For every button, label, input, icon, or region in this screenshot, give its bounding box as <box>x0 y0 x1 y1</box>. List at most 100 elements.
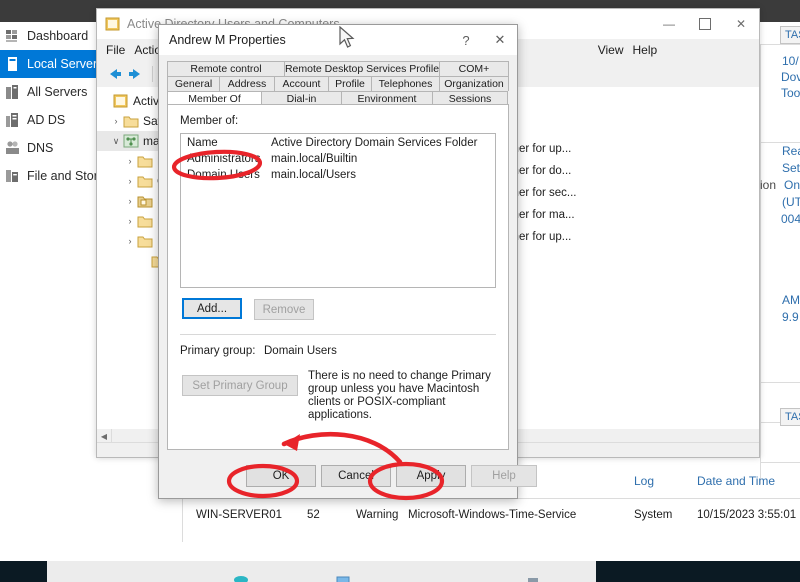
scroll-left-arrow-icon[interactable]: ◀ <box>97 429 112 443</box>
close-icon[interactable]: ✕ <box>723 9 759 39</box>
ad-ds-icon <box>4 111 22 129</box>
taskbar-icon-generic[interactable] <box>520 561 546 582</box>
event-cell-id: 52 <box>307 509 320 521</box>
toolbar-separator <box>152 66 153 82</box>
maximize-icon[interactable] <box>687 9 723 39</box>
close-icon[interactable]: ✕ <box>483 25 517 55</box>
event-cell-source: Microsoft-Windows-Time-Service <box>408 509 576 521</box>
dialog-titlebar[interactable]: Andrew M Properties ? ✕ <box>159 25 517 55</box>
help-icon[interactable]: ? <box>449 25 483 55</box>
panel-text-fragment: On <box>784 178 800 192</box>
event-cell-server: WIN-SERVER01 <box>196 509 282 521</box>
twisty[interactable]: ∨ <box>109 136 123 147</box>
sidebar-item-file-and-storage[interactable]: File and Storage <box>0 162 100 190</box>
twisty[interactable]: › <box>109 116 123 126</box>
folder-icon <box>123 113 139 129</box>
panel-text-fragment: (UT <box>782 195 800 209</box>
apply-button[interactable]: Apply <box>396 465 466 487</box>
twisty[interactable]: › <box>123 176 137 186</box>
sidebar-item-all-servers[interactable]: All Servers <box>0 78 100 106</box>
list-item[interactable]: Domain Users main.local/Users <box>181 167 495 183</box>
event-cell-severity: Warning <box>356 509 398 521</box>
mmc-console-icon <box>105 16 121 32</box>
member-of-caption: Member of: <box>180 115 238 127</box>
taskbar-start-area[interactable] <box>0 561 47 582</box>
domain-icon <box>123 133 139 149</box>
twisty[interactable]: › <box>123 156 137 166</box>
panel-divider <box>760 44 800 45</box>
back-arrow-icon[interactable] <box>103 65 125 83</box>
tasks-button[interactable]: TAS <box>780 408 800 426</box>
member-of-tab-page: Member of: Name Active Directory Domain … <box>167 104 509 450</box>
forward-arrow-icon[interactable] <box>125 65 147 83</box>
dns-icon <box>4 139 22 157</box>
twisty[interactable]: › <box>123 236 137 246</box>
list-item-description: iner for sec... <box>510 187 576 199</box>
list-item[interactable]: Administrators main.local/Builtin <box>181 151 495 167</box>
tab-row-2: General Address Account Profile Telephon… <box>167 76 509 91</box>
tab-account[interactable]: Account <box>274 76 329 91</box>
primary-group-help-text: There is no need to change Primary group… <box>308 370 498 422</box>
dialog-footer: OK Cancel Apply Help <box>160 453 516 498</box>
column-header-folder[interactable]: Active Directory Domain Services Folder <box>271 137 495 149</box>
tab-address[interactable]: Address <box>219 76 275 91</box>
sidebar-item-label: DNS <box>27 141 53 155</box>
sidebar-item-ad-ds[interactable]: AD DS <box>0 106 100 134</box>
panel-text-fragment: AM <box>782 293 800 307</box>
tasks-button[interactable]: TAS <box>780 26 800 44</box>
column-header-name[interactable]: Name <box>181 137 271 149</box>
sidebar-item-dns[interactable]: DNS <box>0 134 100 162</box>
panel-text-fragment: Dov <box>781 70 800 84</box>
list-item-description: iner for do... <box>510 165 571 177</box>
panel-divider <box>760 462 800 463</box>
dashboard-grid-icon <box>4 27 22 45</box>
member-of-listbox[interactable]: Name Active Directory Domain Services Fo… <box>180 133 496 288</box>
tab-telephones[interactable]: Telephones <box>371 76 440 91</box>
add-button[interactable]: Add... <box>182 298 242 319</box>
events-column-header-datetime[interactable]: Date and Time <box>697 474 775 488</box>
tab-general[interactable]: General <box>167 76 220 91</box>
member-name: Administrators <box>181 153 271 165</box>
member-name: Domain Users <box>181 169 271 181</box>
help-button: Help <box>471 465 537 487</box>
ok-button[interactable]: OK <box>246 465 316 487</box>
taskbar-icon-window[interactable] <box>330 561 356 582</box>
menu-help[interactable]: Help <box>633 43 658 57</box>
tab-remote-desktop-services-profile[interactable]: Remote Desktop Services Profile <box>284 61 440 76</box>
tab-remote-control[interactable]: Remote control <box>167 61 285 76</box>
cancel-button[interactable]: Cancel <box>321 465 391 487</box>
folder-icon <box>137 153 153 169</box>
tab-profile[interactable]: Profile <box>328 76 372 91</box>
sidebar-item-local-server[interactable]: Local Server <box>0 50 100 78</box>
primary-group-label: Primary group: <box>180 345 255 357</box>
dialog-window-controls: ? ✕ <box>449 25 517 55</box>
menu-view[interactable]: View <box>598 43 624 57</box>
events-column-header-log[interactable]: Log <box>634 474 654 488</box>
twisty[interactable]: › <box>123 196 137 206</box>
tab-row-1: Remote control Remote Desktop Services P… <box>167 61 509 76</box>
dialog-tabstrip: Remote control Remote Desktop Services P… <box>167 61 509 105</box>
twisty[interactable]: › <box>123 216 137 226</box>
menu-file[interactable]: File <box>106 43 125 57</box>
taskbar-icon-teal[interactable] <box>228 561 254 582</box>
event-cell-log: System <box>634 509 672 521</box>
panel-text-fragment: Too <box>781 86 800 100</box>
events-grid-divider <box>182 498 183 542</box>
sidebar-item-dashboard[interactable]: Dashboard <box>0 22 100 50</box>
list-item-description: iner for up... <box>510 143 571 155</box>
member-folder: main.local/Builtin <box>271 153 495 165</box>
tab-organization[interactable]: Organization <box>439 76 509 91</box>
sidebar-item-label: Dashboard <box>27 29 88 43</box>
set-primary-group-button: Set Primary Group <box>182 375 298 396</box>
panel-text-fragment: 004 <box>781 212 800 226</box>
tab-com-plus[interactable]: COM+ <box>439 61 509 76</box>
minimize-icon[interactable]: — <box>651 9 687 39</box>
properties-dialog: Andrew M Properties ? ✕ Remote control R… <box>158 24 518 499</box>
panel-divider <box>760 142 800 143</box>
folder-icon <box>137 173 153 189</box>
panel-divider <box>760 44 761 484</box>
panel-text-fragment: Rea <box>782 144 800 158</box>
panel-text-fragment: 10/ <box>782 54 799 68</box>
sidebar-item-label: AD DS <box>27 113 65 127</box>
panel-divider <box>760 382 800 383</box>
